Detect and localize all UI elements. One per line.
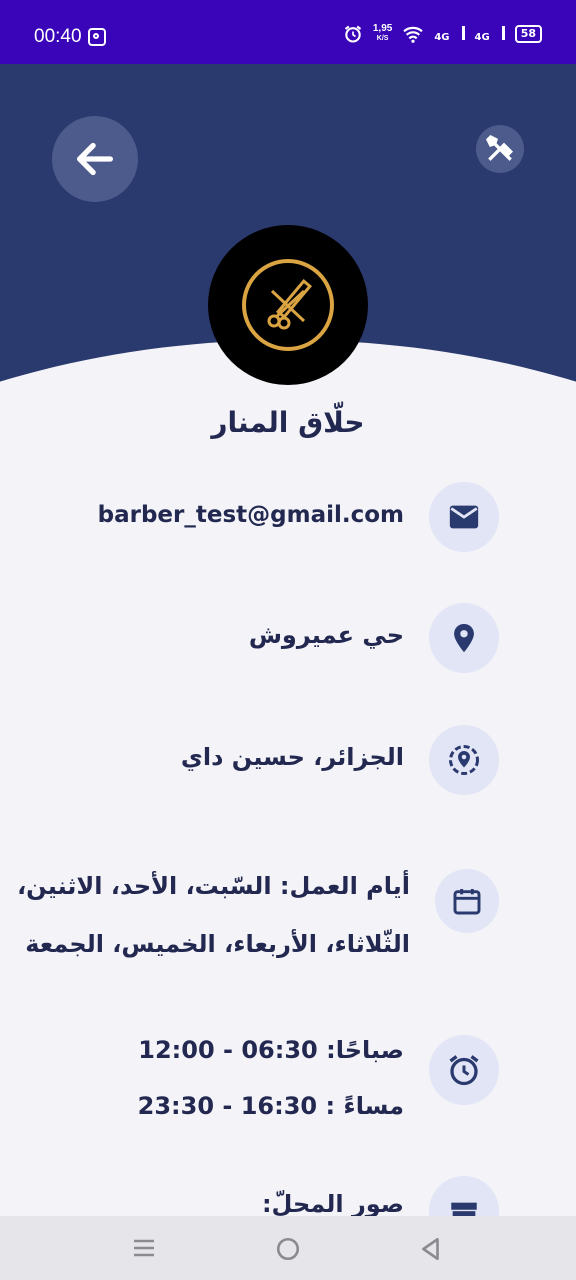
- location-pin-icon: [454, 623, 474, 653]
- scissors-comb-logo: [242, 259, 334, 351]
- battery-indicator: 58: [514, 25, 542, 43]
- status-time: 00:40: [34, 26, 82, 47]
- wifi-icon: [403, 26, 424, 43]
- email-row: barber_test@gmail.com: [0, 482, 576, 552]
- hours-text: صباحًا: 06:30 - 12:00 مساءً : 16:30 - 23…: [138, 1022, 404, 1134]
- photos-row: صور المحلّ:: [0, 1176, 576, 1216]
- home-icon[interactable]: [275, 1236, 301, 1262]
- alarm-icon-circle: [429, 1035, 499, 1105]
- status-bar: 00:40 1,95 K/S 4G 4G 58: [0, 0, 576, 64]
- back-button[interactable]: [52, 116, 138, 202]
- calendar-icon-circle: [435, 869, 499, 933]
- location-target-icon: [449, 745, 479, 775]
- signal-4g-1: 4G: [434, 25, 465, 43]
- work-days-row: أيام العمل: السّبت، الأحد، الاثنين، الثّ…: [0, 845, 576, 965]
- work-days-text: أيام العمل: السّبت، الأحد، الاثنين، الثّ…: [17, 857, 410, 973]
- address-row: حي عميروش: [0, 603, 576, 673]
- email-text: barber_test@gmail.com: [97, 502, 404, 528]
- shop-avatar: [208, 225, 368, 385]
- network-speed: 1,95 K/S: [372, 23, 393, 43]
- tools-icon: [485, 134, 514, 161]
- alarm-clock-icon: [449, 1055, 479, 1086]
- hours-morning: صباحًا: 06:30 - 12:00: [138, 1036, 404, 1064]
- instagram-icon: [88, 28, 106, 46]
- hours-evening: مساءً : 16:30 - 23:30: [137, 1092, 404, 1120]
- system-nav-bar: [0, 1216, 576, 1280]
- email-icon: [449, 505, 479, 529]
- email-icon-circle: [429, 482, 499, 552]
- hours-row: صباحًا: 06:30 - 12:00 مساءً : 16:30 - 23…: [0, 1010, 576, 1130]
- location-icon-circle: [429, 725, 499, 795]
- photos-label: صور المحلّ:: [261, 1190, 404, 1216]
- tools-button[interactable]: [476, 125, 524, 173]
- back-arrow-icon: [76, 142, 114, 176]
- address-icon-circle: [429, 603, 499, 673]
- status-icons: 1,95 K/S 4G 4G 58: [343, 24, 542, 44]
- address-text: حي عميروش: [248, 621, 404, 649]
- back-nav-icon[interactable]: [418, 1236, 444, 1262]
- store-icon-circle: [429, 1176, 499, 1216]
- work-days-line-2: الثّلاثاء، الأربعاء، الخميس، الجمعة: [25, 930, 410, 958]
- location-row: الجزائر، حسين داي: [0, 725, 576, 795]
- work-days-line-1: أيام العمل: السّبت، الأحد، الاثنين،: [17, 872, 410, 900]
- calendar-icon: [453, 889, 481, 915]
- shop-name: حلّاق المنار: [211, 406, 365, 439]
- alarm-icon: [344, 25, 361, 43]
- store-icon: [451, 1202, 477, 1216]
- location-text: الجزائر، حسين داي: [180, 743, 404, 771]
- signal-4g-2: 4G: [475, 25, 505, 43]
- menu-icon[interactable]: [132, 1236, 156, 1260]
